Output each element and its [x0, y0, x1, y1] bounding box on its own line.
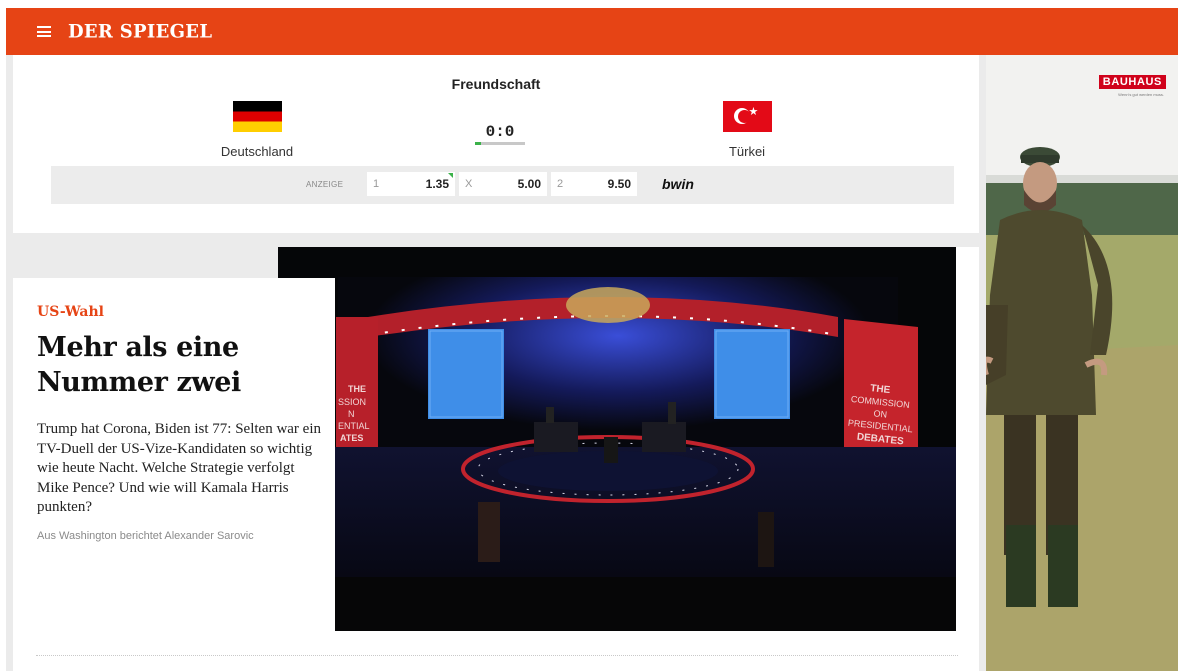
svg-text:ENTIAL: ENTIAL: [338, 421, 370, 431]
ad-label: ANZEIGE: [306, 180, 344, 189]
svg-text:ATES: ATES: [340, 433, 363, 443]
article-kicker[interactable]: US-Wahl: [37, 304, 104, 320]
bookmaker-logo[interactable]: bwin: [662, 176, 694, 192]
match-widget[interactable]: Freundschaft Deutschland 0:0 ★ Türkei AN…: [13, 55, 979, 233]
ad-person-image: [986, 147, 1178, 671]
odd-home-value: 1.35: [425, 177, 449, 191]
away-team[interactable]: ★ Türkei: [677, 101, 817, 159]
site-logo[interactable]: DER SPIEGEL: [68, 20, 212, 42]
article-byline: Aus Washington berichtet Alexander Sarov…: [37, 530, 254, 542]
odd-away-key: 2: [557, 178, 564, 190]
svg-text:SSION: SSION: [338, 397, 366, 407]
turkey-flag-icon: ★: [722, 101, 772, 132]
odd-draw-value: 5.00: [517, 177, 541, 191]
article-background: [956, 247, 979, 631]
odd-away-value: 9.50: [607, 177, 631, 191]
odds-bar: ANZEIGE 1 1.35 X 5.00 2 9.50 bwin: [51, 166, 954, 204]
odd-away-button[interactable]: 2 9.50: [551, 172, 637, 196]
home-team-name: Deutschland: [220, 144, 294, 159]
match-progress-bar: [475, 142, 525, 145]
site-header: DER SPIEGEL: [6, 8, 1178, 55]
content-divider: [13, 631, 979, 671]
svg-text:N: N: [348, 409, 355, 419]
article-headline[interactable]: Mehr als eine Nummer zwei: [37, 330, 327, 400]
odd-draw-key: X: [465, 178, 473, 190]
odd-home-button[interactable]: 1 1.35: [367, 172, 455, 196]
article-teaser-text: Trump hat Corona, Biden ist 77: Selten w…: [37, 421, 322, 515]
germany-flag-icon: [232, 101, 282, 132]
debate-stage-image: THE COMMISSION ON PRESIDENTIAL DEBATES T…: [278, 247, 956, 631]
home-team[interactable]: Deutschland: [187, 101, 327, 159]
menu-icon[interactable]: [37, 26, 51, 37]
competition-label: Freundschaft: [451, 76, 541, 92]
away-team-name: Türkei: [728, 144, 766, 159]
svg-text:THE: THE: [870, 383, 891, 396]
odd-draw-button[interactable]: X 5.00: [459, 172, 547, 196]
svg-text:THE: THE: [348, 384, 366, 394]
article-hero-image[interactable]: THE COMMISSION ON PRESIDENTIAL DEBATES T…: [278, 247, 956, 631]
sidebar-ad[interactable]: BAUHAUS Wenn's gut werden muss.: [986, 55, 1178, 671]
svg-text:ON: ON: [873, 408, 887, 419]
match-score: 0:0: [485, 123, 515, 141]
article-teaser[interactable]: US-Wahl Mehr als eine Nummer zwei Trump …: [13, 278, 335, 631]
odd-home-key: 1: [373, 178, 380, 190]
browser-viewport: DER SPIEGEL Freundschaft Deutschland 0:0…: [6, 8, 1178, 671]
